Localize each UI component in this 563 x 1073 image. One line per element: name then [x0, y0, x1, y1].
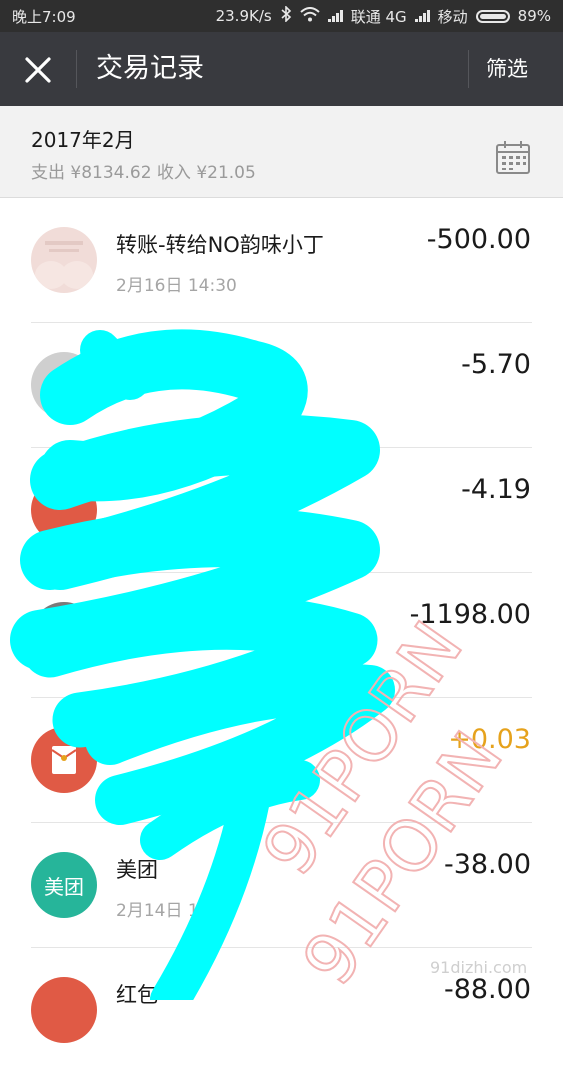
close-button[interactable] — [18, 50, 58, 90]
transaction-amount: -4.19 — [461, 474, 531, 505]
calendar-button[interactable] — [494, 138, 532, 176]
avatar-label: 美团 — [44, 874, 84, 899]
transaction-amount: -88.00 — [443, 974, 531, 1005]
red-packet-avatar — [31, 727, 97, 793]
nav-bar: 交易记录 筛选 — [0, 32, 563, 106]
transaction-row[interactable]: +0.03 — [0, 698, 563, 823]
carrier-mobile: 移动 — [437, 7, 468, 26]
month-title: 2017年2月 — [31, 128, 135, 152]
status-bar: 晚上7:09 23.9K/s 联通 4G 移动 89% — [0, 0, 563, 32]
carrier-unicom: 联通 4G — [350, 7, 407, 26]
transaction-amount: +0.03 — [448, 724, 531, 755]
site-watermark: 91dizhi.com — [430, 958, 528, 977]
red-packet-icon — [51, 746, 77, 774]
transaction-amount: -38.00 — [443, 849, 531, 880]
avatar — [31, 352, 97, 418]
calendar-icon — [496, 141, 530, 174]
transaction-row[interactable]: -4.19 — [0, 448, 563, 573]
transaction-title: 转账-转给NO韵味小丁 — [116, 233, 324, 257]
transaction-row[interactable]: 转账-转给NO韵味小丁 2月16日 14:30 -500.00 — [0, 198, 563, 323]
nav-divider — [468, 50, 469, 88]
transaction-amount: -5.70 — [461, 349, 531, 380]
status-time: 晚上7:09 — [12, 7, 76, 26]
battery-icon — [475, 9, 510, 23]
transaction-row[interactable]: -5.70 — [0, 323, 563, 448]
avatar — [31, 227, 97, 293]
wifi-icon — [300, 6, 320, 26]
avatar — [31, 477, 97, 543]
transaction-time: 2月14日 1 — [116, 901, 199, 921]
transaction-amount: -1198.00 — [409, 599, 531, 630]
transaction-time: 2月16日 14:30 — [116, 276, 237, 296]
nav-divider — [76, 50, 77, 88]
transaction-row[interactable]: -1198.00 — [0, 573, 563, 698]
transaction-row[interactable]: 美团 美团 2月14日 1 -38.00 — [0, 823, 563, 948]
month-summary: 支出 ¥8134.62 收入 ¥21.05 — [31, 163, 256, 183]
page-title: 交易记录 — [96, 53, 204, 84]
signal-icon — [327, 10, 343, 22]
status-indicators: 23.9K/s 联通 4G 移动 89% — [215, 5, 551, 27]
close-icon — [25, 57, 51, 83]
signal-icon — [414, 10, 430, 22]
bluetooth-icon — [280, 5, 292, 26]
month-header: 2017年2月 支出 ¥8134.62 收入 ¥21.05 — [0, 106, 563, 198]
transaction-amount: -500.00 — [426, 224, 531, 255]
meituan-avatar: 美团 — [31, 852, 97, 918]
avatar — [31, 977, 97, 1043]
battery-level: 89% — [517, 7, 551, 25]
avatar — [31, 602, 97, 668]
transaction-title: 美团 — [116, 858, 158, 882]
network-speed: 23.9K/s — [215, 7, 272, 25]
filter-button[interactable]: 筛选 — [486, 52, 528, 86]
transaction-list: 转账-转给NO韵味小丁 2月16日 14:30 -500.00 -5.70 -4… — [0, 198, 563, 1073]
transaction-title: 红包 — [116, 983, 158, 1007]
